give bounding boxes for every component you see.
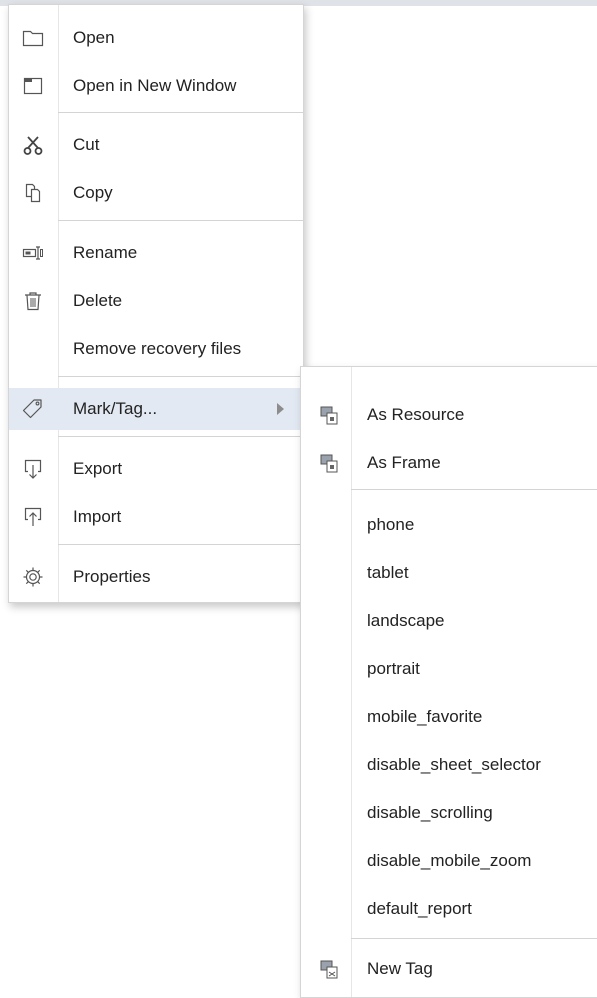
- menu-item-open[interactable]: Open: [9, 17, 303, 59]
- menu-item-label: Import: [73, 507, 122, 526]
- submenu-item-tablet[interactable]: tablet: [301, 553, 597, 593]
- menu-item-properties[interactable]: Properties: [9, 556, 303, 598]
- submenu-separator: [351, 938, 597, 939]
- menu-item-mark-tag[interactable]: Mark/Tag...: [9, 388, 303, 430]
- menu-separator: [58, 220, 303, 221]
- tag-icon: [21, 397, 45, 421]
- submenu-item-label: disable_scrolling: [367, 803, 493, 822]
- submenu-item-label: disable_sheet_selector: [367, 755, 541, 774]
- submenu-separator: [351, 489, 597, 490]
- menu-item-label: Cut: [73, 135, 100, 154]
- menu-item-label: Remove recovery files: [73, 339, 242, 358]
- submenu-item-label: New Tag: [367, 959, 433, 978]
- submenu-item-portrait[interactable]: portrait: [301, 649, 597, 689]
- menu-item-remove-recovery-files[interactable]: Remove recovery files: [9, 328, 303, 370]
- menu-item-cut[interactable]: Cut: [9, 124, 303, 166]
- scissors-icon: [21, 133, 45, 157]
- window-icon: [21, 74, 45, 98]
- submenu-item-label: portrait: [367, 659, 420, 678]
- frame-tag-icon: [319, 452, 341, 474]
- menu-separator: [58, 112, 303, 113]
- submenu-item-label: As Frame: [367, 453, 441, 472]
- menu-separator: [58, 376, 303, 377]
- context-menu: Open Open in New Window Cut Copy Rename …: [8, 4, 304, 603]
- menu-item-label: Mark/Tag...: [73, 399, 158, 418]
- menu-item-label: Export: [73, 459, 123, 478]
- menu-item-export[interactable]: Export: [9, 448, 303, 490]
- menu-item-delete[interactable]: Delete: [9, 280, 303, 322]
- submenu-item-label: tablet: [367, 563, 409, 582]
- menu-item-label: Delete: [73, 291, 123, 310]
- menu-item-label: Open in New Window: [73, 76, 237, 95]
- submenu-item-disable-sheet-selector[interactable]: disable_sheet_selector: [301, 745, 597, 785]
- submenu-item-label: As Resource: [367, 405, 465, 424]
- menu-separator: [58, 544, 303, 545]
- submenu-item-label: landscape: [367, 611, 445, 630]
- import-icon: [21, 505, 45, 529]
- trash-icon: [21, 289, 45, 313]
- menu-separator: [58, 436, 303, 437]
- resource-tag-icon: [319, 404, 341, 426]
- submenu-item-disable-mobile-zoom[interactable]: disable_mobile_zoom: [301, 841, 597, 881]
- new-tag-icon: [319, 958, 341, 980]
- gear-icon: [21, 565, 45, 589]
- menu-item-label: Properties: [73, 567, 151, 586]
- menu-item-label: Open: [73, 28, 115, 47]
- menu-item-import[interactable]: Import: [9, 496, 303, 538]
- menu-item-open-in-new-window[interactable]: Open in New Window: [9, 65, 303, 107]
- submenu-item-label: default_report: [367, 899, 472, 918]
- export-icon: [21, 457, 45, 481]
- mark-tag-submenu: As Resource As Frame phone tablet landsc…: [300, 366, 597, 998]
- submenu-item-new-tag[interactable]: New Tag: [301, 949, 597, 989]
- rename-icon: [21, 241, 45, 265]
- submenu-item-disable-scrolling[interactable]: disable_scrolling: [301, 793, 597, 833]
- folder-icon: [21, 26, 45, 50]
- submenu-item-default-report[interactable]: default_report: [301, 889, 597, 929]
- submenu-item-mobile-favorite[interactable]: mobile_favorite: [301, 697, 597, 737]
- submenu-item-label: mobile_favorite: [367, 707, 483, 726]
- menu-item-rename[interactable]: Rename: [9, 232, 303, 274]
- menu-item-label: Rename: [73, 243, 138, 262]
- submenu-item-landscape[interactable]: landscape: [301, 601, 597, 641]
- submenu-item-as-resource[interactable]: As Resource: [301, 395, 597, 435]
- submenu-arrow-icon: [277, 403, 284, 415]
- submenu-item-phone[interactable]: phone: [301, 505, 597, 545]
- submenu-item-label: phone: [367, 515, 415, 534]
- copy-icon: [21, 181, 45, 205]
- submenu-item-as-frame[interactable]: As Frame: [301, 443, 597, 483]
- menu-item-label: Copy: [73, 183, 113, 202]
- submenu-item-label: disable_mobile_zoom: [367, 851, 532, 870]
- menu-item-copy[interactable]: Copy: [9, 172, 303, 214]
